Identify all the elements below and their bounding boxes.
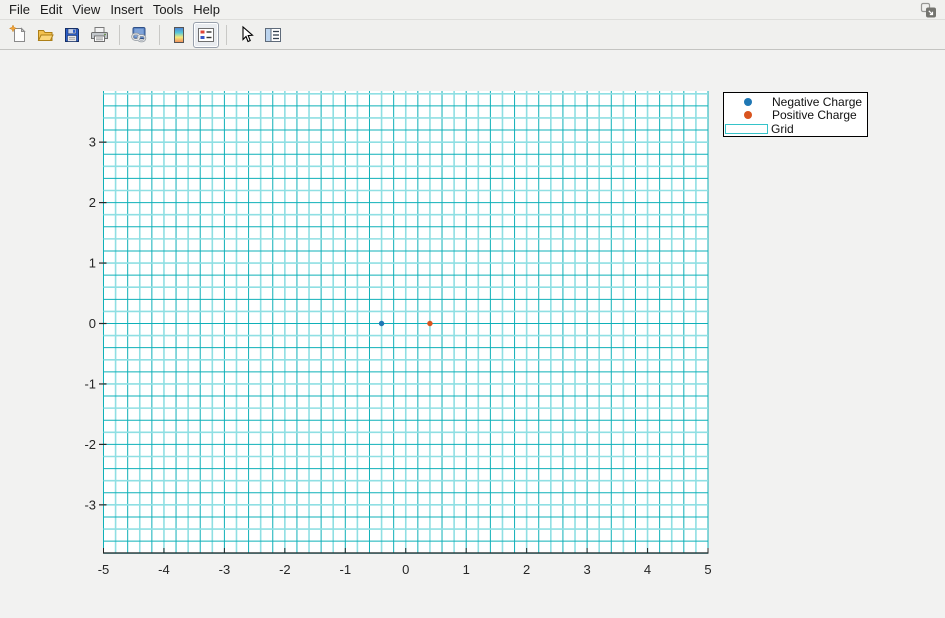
legend-label: Grid bbox=[771, 122, 794, 136]
new-figure-button[interactable] bbox=[5, 22, 31, 48]
y-tick-label: 2 bbox=[89, 195, 96, 210]
x-tick-label: 2 bbox=[523, 562, 530, 577]
figure-window: File Edit View Insert Tools Help bbox=[0, 0, 945, 618]
toolbar-separator bbox=[159, 25, 160, 45]
legend-icon bbox=[197, 26, 215, 44]
y-tick-label: -1 bbox=[84, 376, 96, 391]
figure-canvas: -5 -4 -3 -2 -1 0 1 2 3 4 5 -3 -2 -1 0 1 2 3 Negative Char… bbox=[0, 50, 945, 618]
toolbar-separator bbox=[226, 25, 227, 45]
colorbar-icon bbox=[170, 25, 188, 45]
x-tick-label: 5 bbox=[704, 562, 711, 577]
legend-label: Positive Charge bbox=[772, 108, 857, 122]
new-document-icon bbox=[9, 25, 28, 44]
menu-insert[interactable]: Insert bbox=[105, 0, 148, 19]
plot-browser-button[interactable] bbox=[260, 22, 286, 48]
x-tick-label: -2 bbox=[279, 562, 291, 577]
menu-bar: File Edit View Insert Tools Help bbox=[0, 0, 945, 20]
y-tick-label: 0 bbox=[89, 316, 96, 331]
legend-entry-grid: Grid bbox=[724, 122, 867, 136]
figure-toolbar bbox=[0, 20, 945, 50]
pop-out-icon bbox=[920, 2, 937, 18]
menu-help[interactable]: Help bbox=[188, 0, 225, 19]
menu-file[interactable]: File bbox=[4, 0, 35, 19]
menu-edit[interactable]: Edit bbox=[35, 0, 67, 19]
x-tick-label: -5 bbox=[98, 562, 110, 577]
y-tick-labels: -3 -2 -1 0 1 2 3 bbox=[84, 135, 96, 513]
x-tick-label: 1 bbox=[463, 562, 470, 577]
printer-icon bbox=[90, 25, 109, 44]
menu-tools[interactable]: Tools bbox=[148, 0, 188, 19]
save-figure-button[interactable] bbox=[59, 22, 85, 48]
x-tick-label: -4 bbox=[158, 562, 170, 577]
plot-browser-icon bbox=[263, 26, 283, 44]
link-icon bbox=[129, 25, 149, 44]
y-tick-label: 3 bbox=[89, 135, 96, 150]
negative-charge-marker-icon bbox=[744, 98, 752, 106]
pop-out-button[interactable] bbox=[919, 2, 937, 18]
open-file-button[interactable] bbox=[32, 22, 58, 48]
legend-entry-positive-charge: Positive Charge bbox=[724, 109, 867, 123]
edit-plot-button[interactable] bbox=[233, 22, 259, 48]
x-tick-label: -3 bbox=[219, 562, 231, 577]
y-tick-label: -2 bbox=[84, 437, 96, 452]
positive-charge-marker bbox=[427, 321, 432, 326]
x-tick-label: -1 bbox=[340, 562, 352, 577]
insert-legend-button[interactable] bbox=[193, 22, 219, 48]
print-figure-button[interactable] bbox=[86, 22, 112, 48]
arrow-cursor-icon bbox=[237, 25, 255, 45]
grid-swatch-icon bbox=[725, 124, 768, 134]
legend-entry-negative-charge: Negative Charge bbox=[724, 95, 867, 109]
toolbar-separator bbox=[119, 25, 120, 45]
y-tick-label: -3 bbox=[84, 497, 96, 512]
y-tick-label: 1 bbox=[89, 256, 96, 271]
insert-colorbar-button[interactable] bbox=[166, 22, 192, 48]
legend-label: Negative Charge bbox=[772, 95, 862, 109]
x-tick-label: 3 bbox=[583, 562, 590, 577]
open-folder-icon bbox=[36, 25, 55, 44]
legend-box[interactable]: Negative Charge Positive Charge Grid bbox=[723, 92, 868, 137]
x-tick-label: 0 bbox=[402, 562, 409, 577]
x-tick-label: 4 bbox=[644, 562, 651, 577]
save-icon bbox=[63, 26, 81, 44]
positive-charge-marker-icon bbox=[744, 111, 752, 119]
link-plot-button[interactable] bbox=[126, 22, 152, 48]
negative-charge-marker bbox=[379, 321, 384, 326]
menu-view[interactable]: View bbox=[67, 0, 105, 19]
x-tick-labels: -5 -4 -3 -2 -1 0 1 2 3 4 5 bbox=[98, 562, 712, 577]
